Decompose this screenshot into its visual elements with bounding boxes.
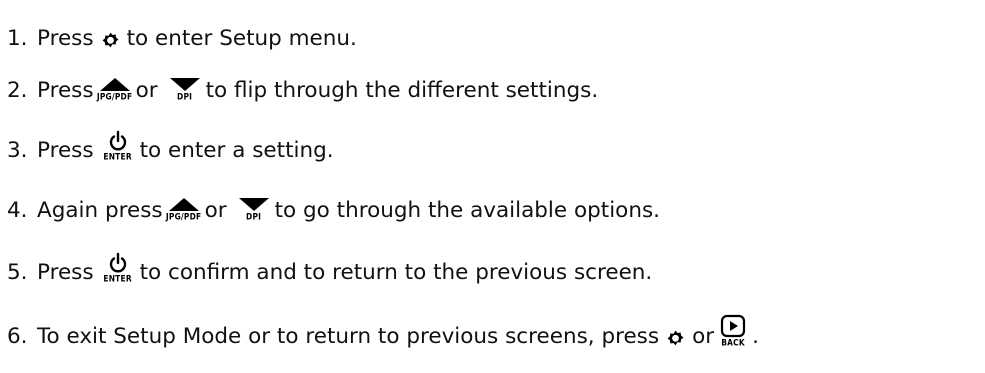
dpi-button-icon: DPI: [237, 197, 271, 224]
back-button-icon: BACK: [718, 314, 748, 350]
step-text: Press: [37, 260, 94, 285]
enter-button-icon: ENTER: [100, 252, 136, 286]
step-number: 2.: [7, 78, 28, 103]
step-text: To exit Setup Mode or to return to previ…: [37, 324, 660, 349]
step-text: .: [752, 324, 759, 349]
step-text: or: [135, 78, 158, 103]
power-icon: [109, 130, 126, 151]
step-text: to confirm and to return to the previous…: [139, 260, 653, 285]
step-text: Press: [37, 78, 94, 103]
triangle-up-icon: [99, 78, 130, 91]
step-text: to enter Setup menu.: [126, 26, 357, 51]
jpg-pdf-button-icon: JPG/PDF: [165, 197, 202, 224]
power-icon: [109, 252, 126, 273]
step-2: 2. Press JPG/PDF or DPI to flip through …: [7, 58, 598, 104]
step-text: Press: [37, 138, 94, 163]
key-label: JPG/PDF: [165, 211, 202, 222]
key-label: DPI: [177, 91, 193, 102]
step-number: 6.: [7, 324, 28, 349]
step-text: Press: [37, 26, 94, 51]
key-label: DPI: [246, 211, 262, 222]
step-number: 4.: [7, 198, 28, 223]
key-label: ENTER: [103, 151, 132, 162]
step-5: 5. Press ENTER to confirm and to return …: [7, 240, 652, 286]
play-icon: [720, 314, 746, 338]
step-text: or: [204, 198, 227, 223]
step-number: 3.: [7, 138, 28, 163]
step-3: 3. Press ENTER to enter a setting.: [7, 118, 334, 164]
key-label: JPG/PDF: [96, 91, 133, 102]
gear-icon: [665, 328, 686, 349]
step-number: 5.: [7, 260, 28, 285]
triangle-down-icon: [169, 78, 200, 91]
step-1: 1. Press to enter Setup menu.: [7, 12, 357, 52]
step-text: or: [692, 324, 715, 349]
key-label: ENTER: [103, 273, 132, 284]
key-label: BACK: [721, 337, 745, 348]
jpg-pdf-button-icon: JPG/PDF: [96, 77, 133, 104]
triangle-up-icon: [168, 198, 199, 211]
step-text: to go through the available options.: [274, 198, 660, 223]
step-4: 4. Again press JPG/PDF or DPI to go thro…: [7, 178, 660, 224]
step-text: to enter a setting.: [139, 138, 334, 163]
enter-button-icon: ENTER: [100, 130, 136, 164]
step-number: 1.: [7, 26, 28, 51]
triangle-down-icon: [238, 198, 269, 211]
gear-icon: [100, 30, 121, 51]
step-text: Again press: [37, 198, 163, 223]
dpi-button-icon: DPI: [168, 77, 202, 104]
step-text: to flip through the different settings.: [205, 78, 599, 103]
instruction-list: 1. Press to enter Setup menu. 2. Press J…: [0, 0, 985, 373]
step-6: 6. To exit Setup Mode or to return to pr…: [7, 304, 759, 350]
